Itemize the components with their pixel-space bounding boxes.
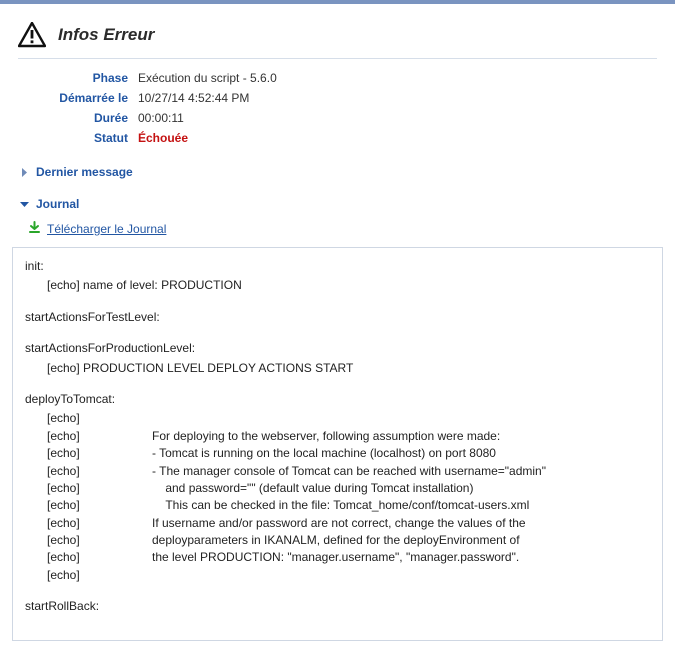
panel-header: Infos Erreur xyxy=(18,22,657,48)
log-echo-text: For deploying to the webserver, followin… xyxy=(152,429,500,443)
log-target: init: xyxy=(25,258,650,275)
started-label: Démarrée le xyxy=(18,91,128,105)
log-echo-label: [echo] xyxy=(47,410,152,427)
log-echo-text: the level PRODUCTION: "manager.username"… xyxy=(152,550,519,564)
log-target: startRollBack: xyxy=(25,598,650,615)
log-target: deployToTomcat: xyxy=(25,391,650,408)
log-echo-label: [echo] xyxy=(47,480,152,497)
log-output: init: [echo] name of level: PRODUCTION sta… xyxy=(12,247,663,641)
started-value: 10/27/14 4:52:44 PM xyxy=(138,91,657,105)
divider xyxy=(18,58,657,59)
info-grid: Phase Exécution du script - 5.6.0 Démarr… xyxy=(18,71,657,145)
log-echo-label: [echo] xyxy=(47,549,152,566)
download-icon xyxy=(28,221,41,237)
log-line: [echo]- The manager console of Tomcat ca… xyxy=(25,463,650,480)
log-echo-label: [echo] xyxy=(47,463,152,480)
log-echo-text: deployparameters in IKANALM, defined for… xyxy=(152,533,520,547)
log-line: [echo] and password="" (default value du… xyxy=(25,480,650,497)
log-echo-text: and password="" (default value during To… xyxy=(152,481,473,495)
log-line: [echo] This can be checked in the file: … xyxy=(25,497,650,514)
log-echo-label: [echo] xyxy=(47,532,152,549)
log-block: deployToTomcat:[echo][echo]For deploying… xyxy=(25,391,650,584)
log-echo-label: [echo] xyxy=(47,497,152,514)
log-echo-text: If username and/or password are not corr… xyxy=(152,516,526,530)
journal-toggle[interactable]: Journal xyxy=(18,193,657,215)
log-line: [echo] xyxy=(25,567,650,584)
status-value: Échouée xyxy=(138,131,657,145)
log-line: [echo]- Tomcat is running on the local m… xyxy=(25,445,650,462)
phase-label: Phase xyxy=(18,71,128,85)
panel-title: Infos Erreur xyxy=(58,25,154,45)
log-line: [echo]the level PRODUCTION: "manager.use… xyxy=(25,549,650,566)
log-line: [echo] name of level: PRODUCTION xyxy=(25,277,650,294)
log-line: [echo] xyxy=(25,410,650,427)
warning-icon xyxy=(18,22,46,48)
duration-label: Durée xyxy=(18,111,128,125)
log-line: [echo]If username and/or password are no… xyxy=(25,515,650,532)
download-row: Télécharger le Journal xyxy=(28,221,657,237)
download-journal-link[interactable]: Télécharger le Journal xyxy=(47,222,166,236)
last-message-toggle[interactable]: Dernier message xyxy=(18,161,657,183)
log-echo-label: [echo] xyxy=(47,567,152,584)
log-line: [echo]For deploying to the webserver, fo… xyxy=(25,428,650,445)
last-message-title: Dernier message xyxy=(36,165,133,179)
status-label: Statut xyxy=(18,131,128,145)
journal-title: Journal xyxy=(36,197,79,211)
log-echo-label: [echo] xyxy=(47,445,152,462)
log-target: startActionsForTestLevel: xyxy=(25,309,650,326)
log-echo-text: - The manager console of Tomcat can be r… xyxy=(152,464,546,478)
log-block: startRollBack: xyxy=(25,598,650,615)
log-line: [echo] PRODUCTION LEVEL DEPLOY ACTIONS S… xyxy=(25,360,650,377)
section-journal: Journal Télécharger le Journal init: [ech… xyxy=(18,193,657,641)
log-block: startActionsForTestLevel: xyxy=(25,309,650,326)
error-info-panel: Infos Erreur Phase Exécution du script -… xyxy=(0,0,675,641)
log-block: startActionsForProductionLevel: [echo] PR… xyxy=(25,340,650,377)
section-last-message: Dernier message xyxy=(18,161,657,183)
log-echo-label: [echo] xyxy=(47,428,152,445)
log-target: startActionsForProductionLevel: xyxy=(25,340,650,357)
chevron-down-icon xyxy=(18,200,30,209)
duration-value: 00:00:11 xyxy=(138,111,657,125)
phase-value: Exécution du script - 5.6.0 xyxy=(138,71,657,85)
log-echo-text: - Tomcat is running on the local machine… xyxy=(152,446,496,460)
log-echo-label: [echo] xyxy=(47,515,152,532)
log-echo-text: This can be checked in the file: Tomcat_… xyxy=(152,498,529,512)
log-line: [echo]deployparameters in IKANALM, defin… xyxy=(25,532,650,549)
chevron-right-icon xyxy=(18,168,30,177)
log-block: init: [echo] name of level: PRODUCTION xyxy=(25,258,650,295)
